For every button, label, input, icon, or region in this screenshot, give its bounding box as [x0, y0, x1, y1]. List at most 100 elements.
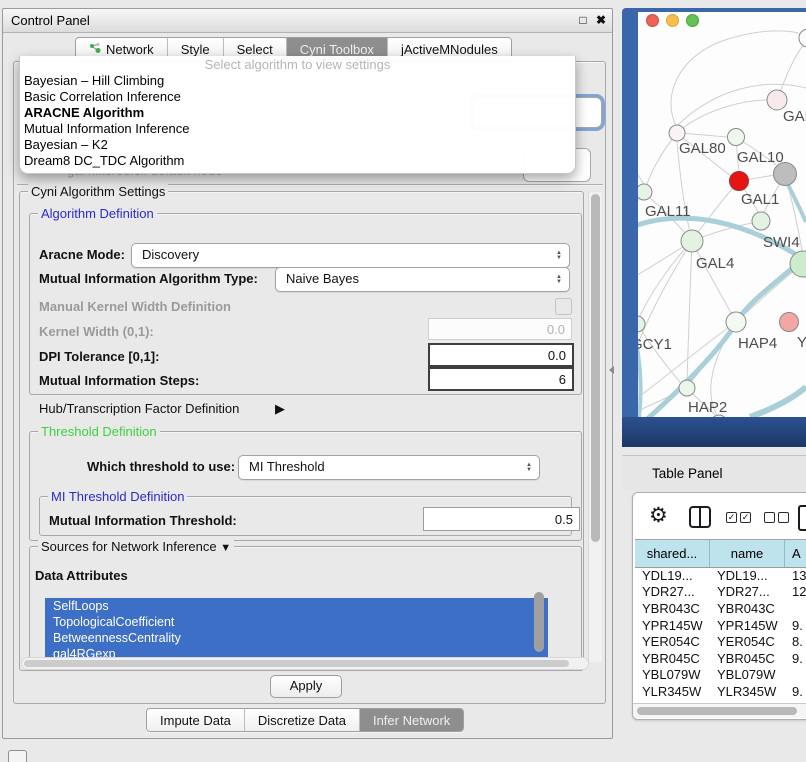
threshold-definition-title: Threshold Definition: [38, 424, 160, 439]
network-node-gal80[interactable]: [669, 125, 685, 141]
spinner-icon: ▲▼: [556, 275, 562, 285]
network-window-bottom-frame: [622, 417, 806, 447]
settings-hscrollbar-thumb[interactable]: [24, 660, 569, 667]
network-node-labels: GALGAL80GAL10GAL1GAL11SWI4GAL4GCY1HAP4YH…: [638, 108, 806, 416]
table-row[interactable]: YLR345WYLR345W9.: [635, 683, 806, 700]
table-row[interactable]: YER054CYER054C8.: [635, 633, 806, 650]
network-graph[interactable]: GALGAL80GAL10GAL1GAL11SWI4GAL4GCY1HAP4YH…: [638, 12, 806, 417]
tab-discretize-data[interactable]: Discretize Data: [245, 709, 360, 731]
kernel-width-value: 0.0: [547, 322, 565, 337]
attribute-item-selfloops[interactable]: SelfLoops: [45, 598, 548, 614]
control-panel-titlebar[interactable]: Control Panel □ ✖: [3, 9, 612, 33]
dropdown-item-aracne-algorithm[interactable]: ARACNE Algorithm: [20, 105, 575, 121]
network-node-swi4[interactable]: [752, 212, 770, 230]
table-hscrollbar-thumb[interactable]: [637, 707, 797, 715]
tab-infer-network[interactable]: Infer Network: [360, 709, 463, 731]
mi-threshold-field[interactable]: 0.5: [423, 507, 580, 531]
table-cell: 9.: [785, 651, 806, 666]
network-node-gal1[interactable]: [730, 172, 749, 191]
expand-arrow-icon[interactable]: ▶: [275, 401, 285, 417]
aracne-mode-label: Aracne Mode:: [39, 247, 125, 262]
data-attributes-list[interactable]: SelfLoopsTopologicalCoefficientBetweenne…: [45, 598, 548, 662]
select-all-checkbox-icon[interactable]: ✓: [740, 512, 751, 523]
table-row[interactable]: YBR043CYBR043C: [635, 600, 806, 617]
node-label: HAP4: [738, 335, 777, 352]
data-attributes-label: Data Attributes: [35, 568, 128, 583]
sources-title-text: Sources for Network Inference: [41, 539, 217, 554]
table-cell: 13: [785, 568, 806, 583]
table-header-row[interactable]: shared...nameA: [635, 539, 806, 568]
node-label: GAL80: [679, 140, 726, 157]
split-columns-icon[interactable]: [689, 506, 711, 528]
table-cell: YDL19...: [635, 568, 710, 583]
table-cell: 9.: [785, 684, 806, 699]
tab-label: Infer Network: [373, 713, 450, 728]
dropdown-item-bayesian-k2[interactable]: Bayesian – K2: [20, 137, 575, 153]
network-node-y[interactable]: [780, 313, 799, 332]
table-hscrollbar-track[interactable]: [633, 703, 806, 718]
deselect-all-checkbox-icon[interactable]: [778, 512, 789, 523]
algorithm-definition-title: Algorithm Definition: [38, 206, 157, 221]
settings-vscrollbar-track[interactable]: [588, 192, 602, 662]
list-scrollbar-thumb[interactable]: [534, 592, 544, 652]
attribute-item-betweennesscentrality[interactable]: BetweennessCentrality: [45, 630, 548, 646]
node-label: SWI4: [763, 234, 800, 251]
table-row[interactable]: YPR145WYPR145W9.: [635, 617, 806, 634]
network-node-hap2[interactable]: [679, 380, 695, 396]
table-cell: 9.: [785, 618, 806, 633]
collapsed-panel-icon[interactable]: [8, 750, 27, 762]
mi-steps-field[interactable]: 6: [428, 367, 574, 391]
tab-impute-data[interactable]: Impute Data: [147, 709, 245, 731]
table-cell: YPR145W: [710, 618, 785, 633]
column-header-shared[interactable]: shared...: [635, 540, 710, 567]
node-label: GAL4: [696, 255, 734, 272]
close-icon[interactable]: ✖: [594, 13, 608, 27]
algorithm-dropdown-list[interactable]: Select algorithm to view settings Bayesi…: [19, 56, 576, 174]
network-node-gal[interactable]: [767, 90, 787, 110]
settings-hscrollbar-track[interactable]: [21, 657, 589, 670]
network-icon: [89, 42, 101, 57]
network-node-hap4[interactable]: [726, 312, 746, 332]
tab-label: Impute Data: [160, 713, 231, 728]
dropdown-item-mutual-information-inference[interactable]: Mutual Information Inference: [20, 121, 575, 137]
network-node[interactable]: [799, 29, 806, 47]
dropdown-item-bayesian-hill-climbing[interactable]: Bayesian – Hill Climbing: [20, 73, 575, 89]
mi-steps-label: Mutual Information Steps:: [39, 373, 199, 388]
table-cell: YBL079W: [635, 667, 710, 682]
mi-steps-value: 6: [559, 372, 566, 387]
table-row[interactable]: YBR045CYBR045C9.: [635, 650, 806, 667]
dropdown-item-dream8-dc-tdc-algorithm[interactable]: Dream8 DC_TDC Algorithm: [20, 153, 575, 169]
select-all-checkbox-icon[interactable]: ✓: [726, 512, 737, 523]
tab-label: Discretize Data: [258, 713, 346, 728]
column-header-a[interactable]: A: [785, 540, 806, 567]
column-header-name[interactable]: name: [710, 540, 785, 567]
mi-algorithm-type-combobox[interactable]: Naive Bayes ▲▼: [275, 267, 570, 292]
node-label: Y: [797, 334, 806, 351]
which-threshold-combobox[interactable]: MI Threshold ▲▼: [238, 455, 540, 480]
table-row[interactable]: YBL079WYBL079W: [635, 667, 806, 684]
table-row[interactable]: YDL19...YDL19...13: [635, 567, 806, 584]
kernel-width-field[interactable]: 0.0: [428, 318, 572, 340]
panel-divider-handle[interactable]: [609, 366, 614, 374]
settings-vscrollbar-thumb[interactable]: [591, 194, 600, 542]
network-node-gal10[interactable]: [728, 129, 745, 146]
table-row[interactable]: YDR27...YDR27...12: [635, 584, 806, 601]
restore-icon[interactable]: □: [576, 13, 590, 27]
apply-button[interactable]: Apply: [270, 675, 342, 698]
aracne-mode-combobox[interactable]: Discovery ▲▼: [131, 243, 570, 268]
collapse-arrow-icon[interactable]: ▼: [220, 542, 231, 554]
gear-icon[interactable]: ⚙: [649, 503, 668, 528]
deselect-all-checkbox-icon[interactable]: [764, 512, 775, 523]
attribute-item-topologicalcoefficient[interactable]: TopologicalCoefficient: [45, 614, 548, 630]
new-table-icon[interactable]: [798, 505, 806, 531]
manual-kernel-width-checkbox[interactable]: [555, 298, 572, 315]
network-node-gal11[interactable]: [638, 184, 652, 200]
network-node-gal4[interactable]: [681, 230, 703, 252]
desktop: Control Panel □ ✖ NetworkStyleSelectCyni…: [0, 0, 806, 762]
dpi-tolerance-field[interactable]: 0.0: [428, 343, 574, 367]
table-rows[interactable]: YDL19...YDL19...13YDR27...YDR27...12YBR0…: [635, 567, 806, 716]
dropdown-item-basic-correlation-inference[interactable]: Basic Correlation Inference: [20, 89, 575, 105]
settings-group-title: Cyni Algorithm Settings: [28, 184, 168, 199]
dpi-tolerance-value: 0.0: [548, 348, 566, 363]
mi-threshold-definition-title: MI Threshold Definition: [48, 489, 187, 504]
